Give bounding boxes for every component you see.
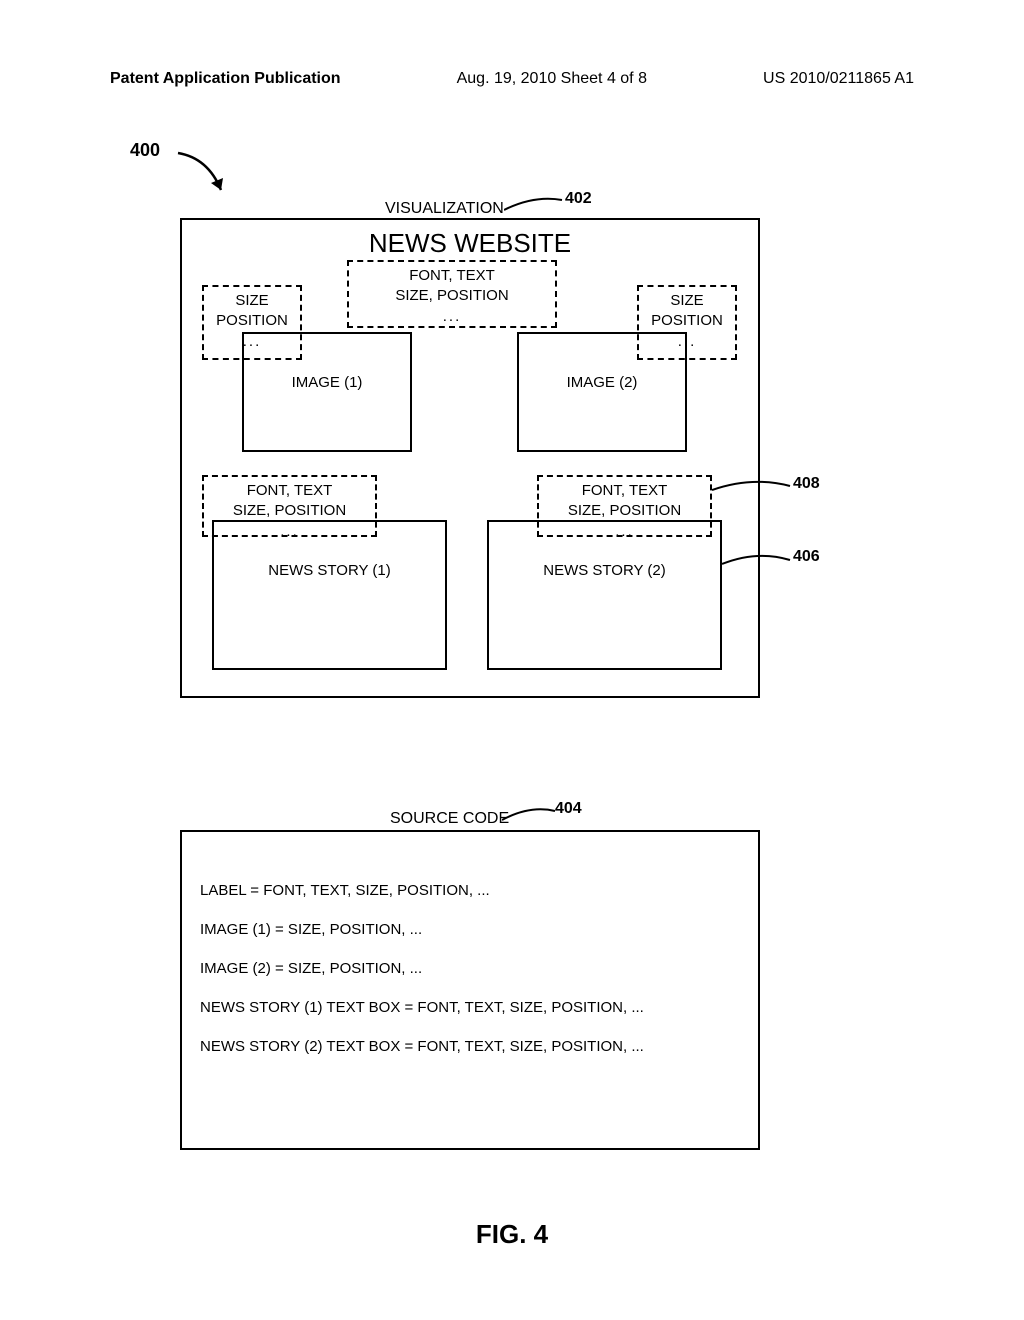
src-line-4: NEWS STORY (1) TEXT BOX = FONT, TEXT, SI…: [200, 999, 740, 1016]
arrow-icon: [173, 148, 228, 203]
src-line-3: IMAGE (2) = SIZE, POSITION, ...: [200, 960, 740, 977]
header-right: US 2010/0211865 A1: [763, 70, 914, 88]
leader-402: [504, 195, 564, 215]
figure-caption: FIG. 4: [476, 1219, 548, 1250]
image2-label: IMAGE (2): [567, 374, 638, 391]
title-anno-box: FONT, TEXTSIZE, POSITION...: [347, 260, 557, 328]
story2-box: NEWS STORY (2): [487, 520, 722, 670]
patent-page: Patent Application Publication Aug. 19, …: [0, 0, 1024, 1320]
visualization-title: VISUALIZATION: [385, 200, 504, 218]
image1-label: IMAGE (1): [292, 374, 363, 391]
vis-title: NEWS WEBSITE: [369, 228, 571, 259]
source-code-box: LABEL = FONT, TEXT, SIZE, POSITION, ... …: [180, 830, 760, 1150]
ref-404: 404: [555, 800, 582, 818]
story2-label: NEWS STORY (2): [543, 562, 666, 579]
leader-404: [502, 805, 557, 825]
image1-box: IMAGE (1): [242, 332, 412, 452]
story1-label: NEWS STORY (1): [268, 562, 391, 579]
src-line-1: LABEL = FONT, TEXT, SIZE, POSITION, ...: [200, 882, 740, 899]
ref-406: 406: [793, 548, 820, 566]
source-code-title: SOURCE CODE: [390, 810, 509, 828]
ref-402: 402: [565, 190, 592, 208]
title-anno-text: FONT, TEXTSIZE, POSITION...: [349, 266, 555, 327]
visualization-box: NEWS WEBSITE FONT, TEXTSIZE, POSITION...…: [180, 218, 760, 698]
header-mid: Aug. 19, 2010 Sheet 4 of 8: [457, 70, 647, 88]
header-left: Patent Application Publication: [110, 70, 341, 88]
image2-box: IMAGE (2): [517, 332, 687, 452]
ref-408: 408: [793, 475, 820, 493]
src-line-2: IMAGE (1) = SIZE, POSITION, ...: [200, 921, 740, 938]
src-line-5: NEWS STORY (2) TEXT BOX = FONT, TEXT, SI…: [200, 1038, 740, 1055]
story1-box: NEWS STORY (1): [212, 520, 447, 670]
page-header: Patent Application Publication Aug. 19, …: [110, 70, 914, 88]
ref-400-label: 400: [130, 140, 160, 161]
